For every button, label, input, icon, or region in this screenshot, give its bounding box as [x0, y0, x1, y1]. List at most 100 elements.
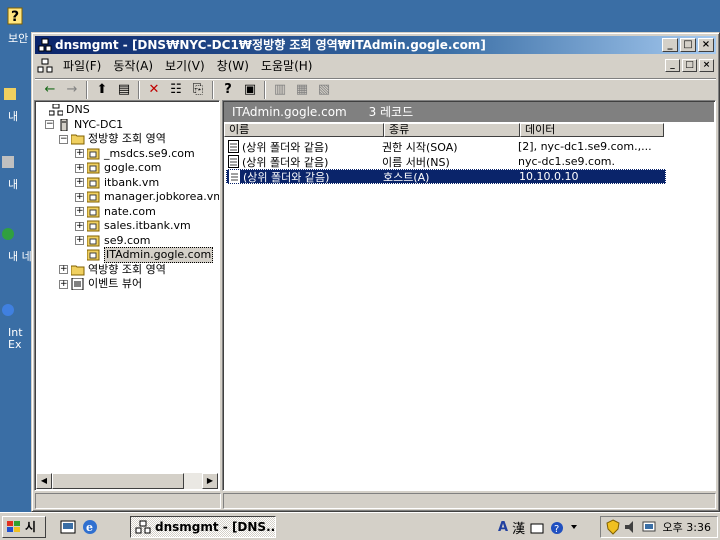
new-record-button[interactable]: ▧ — [313, 80, 335, 100]
svg-text:e: e — [86, 521, 93, 534]
server-icon — [57, 118, 74, 131]
zone-icon — [87, 191, 104, 203]
tree-node[interactable]: + _msdcs.se9.com — [75, 147, 195, 161]
help-button[interactable]: ? — [217, 80, 239, 100]
mdi-restore-button[interactable]: □ — [682, 59, 697, 72]
tree-node[interactable]: + 이벤트 뷰어 — [59, 277, 142, 291]
internet-explorer-icon[interactable]: e — [80, 517, 100, 537]
show-tree-button[interactable]: ▤ — [113, 80, 135, 100]
expand-icon[interactable]: + — [75, 192, 84, 202]
mdi-close-button[interactable]: × — [699, 59, 714, 72]
collapse-icon[interactable]: − — [59, 134, 68, 144]
export-list-button[interactable]: ⎘ — [187, 80, 209, 100]
task-label: dnsmgmt - [DNS... — [155, 520, 276, 534]
expand-icon[interactable]: + — [75, 236, 84, 245]
desktop-icon-label: 내 — [8, 179, 19, 191]
desktop-icon-my-computer[interactable]: 내 — [0, 150, 34, 191]
menu-file[interactable]: 파일(F) — [57, 57, 107, 75]
expand-icon[interactable]: + — [75, 149, 84, 158]
menu-action[interactable]: 동작(A) — [107, 57, 159, 75]
tree-node[interactable]: + 역방향 조회 영역 — [59, 263, 166, 277]
tree-node[interactable]: + manager.jobkorea.vm — [75, 190, 219, 204]
maximize-button[interactable]: □ — [680, 38, 696, 52]
delete-button[interactable]: ✕ — [143, 80, 165, 100]
tree-node[interactable]: − 정방향 조회 영역 — [59, 132, 166, 146]
record-data: 10.10.0.10 — [519, 170, 579, 183]
tree-node-label: 이벤트 뷰어 — [88, 277, 143, 290]
column-header-data[interactable]: 데이터 — [520, 123, 664, 137]
tree-node-label: itbank.vm — [104, 175, 160, 189]
desktop-icon-network[interactable]: 내 네 — [0, 222, 34, 263]
dns-app-icon — [135, 520, 151, 534]
column-headers: 이름 종류 데이터 — [224, 123, 714, 137]
window-title: dnsmgmt - [DNS₩NYC-DC1₩정방향 조회 영역₩ITAdmin… — [55, 38, 486, 52]
desktop-icon-internet-explorer[interactable]: Int Ex — [0, 298, 34, 351]
properties-button[interactable]: ☷ — [165, 80, 187, 100]
start-button[interactable]: 시작 — [2, 516, 46, 538]
record-row[interactable]: (상위 폴더와 같음) 이름 서버(NS) nyc-dc1.se9.com. — [226, 154, 706, 169]
tree-node[interactable]: + sales.itbank.vm — [75, 219, 191, 233]
tree-node-label: 역방향 조회 영역 — [88, 262, 166, 276]
desktop-icon-my-documents[interactable]: 내 — [0, 82, 34, 123]
tree-node[interactable]: ITAdmin.gogle.com — [75, 247, 214, 263]
taskbar-button-dnsmgmt[interactable]: dnsmgmt - [DNS... — [130, 516, 276, 538]
column-header-name[interactable]: 이름 — [224, 123, 384, 137]
scroll-right-button[interactable]: ▶ — [202, 473, 218, 489]
ime-pad-icon[interactable] — [529, 520, 545, 536]
title-bar[interactable]: dnsmgmt - [DNS₩NYC-DC1₩정방향 조회 영역₩ITAdmin… — [35, 36, 716, 54]
dnsmgmt-window: dnsmgmt - [DNS₩NYC-DC1₩정방향 조회 영역₩ITAdmin… — [31, 32, 720, 512]
network-tray-icon[interactable] — [641, 519, 657, 535]
expand-icon[interactable]: + — [75, 178, 84, 187]
ime-options-icon[interactable] — [569, 520, 579, 536]
volume-icon[interactable] — [623, 519, 639, 535]
tree-horizontal-scrollbar[interactable]: ◀ ▶ — [36, 473, 218, 489]
ime-hanja-button[interactable]: 漢 — [512, 518, 525, 537]
scroll-thumb[interactable] — [52, 473, 184, 489]
expand-icon[interactable]: + — [75, 221, 84, 231]
desktop-icon-security[interactable]: ? 보안 — [0, 4, 34, 45]
tree-node[interactable]: DNS — [37, 103, 90, 117]
tree-node[interactable]: + nate.com — [75, 205, 156, 219]
mdi-child-icon[interactable] — [37, 58, 53, 74]
expand-icon[interactable]: + — [75, 207, 84, 216]
start-label: 시작 — [25, 520, 37, 534]
zone-icon — [87, 148, 104, 160]
record-type: 이름 서버(NS) — [382, 155, 450, 169]
tree-node[interactable]: + gogle.com — [75, 161, 162, 175]
expand-icon[interactable]: + — [75, 163, 84, 173]
column-header-type[interactable]: 종류 — [384, 123, 520, 137]
taskbar: 시작 e dnsmgmt - [DNS... A 漢 ? 오후 3:36 — [0, 512, 720, 540]
help-icon[interactable]: ? — [549, 520, 565, 536]
scroll-left-button[interactable]: ◀ — [36, 473, 52, 489]
details-pane[interactable]: ITAdmin.gogle.com 3 레코드 이름 종류 데이터 (상위 폴더… — [222, 100, 716, 491]
collapse-icon[interactable]: − — [45, 120, 54, 129]
tree-node-label: NYC-DC1 — [74, 117, 124, 131]
tree-node[interactable]: + itbank.vm — [75, 176, 159, 190]
minimize-button[interactable]: _ — [662, 38, 678, 52]
clock[interactable]: 오후 3:36 — [663, 519, 711, 535]
new-record-button[interactable]: ▥ — [269, 80, 291, 100]
tree-node[interactable]: − NYC-DC1 — [45, 118, 123, 132]
toolbar: ← → ⬆ ▤ ✕ ☷ ⎘ ? ▣ ▥ ▦ ▧ — [35, 78, 716, 100]
menu-window[interactable]: 창(W) — [211, 57, 255, 75]
security-shield-icon[interactable] — [605, 519, 621, 535]
console-tree[interactable]: DNS − NYC-DC1− 정방향 조회 영역 + _msdcs.se9.com + gog… — [34, 100, 220, 491]
console-tree-button[interactable]: ▣ — [239, 80, 261, 100]
tree-node[interactable]: + se9.com — [75, 234, 151, 248]
expand-icon[interactable]: + — [59, 279, 68, 289]
close-button[interactable]: × — [698, 38, 714, 52]
menu-view[interactable]: 보기(V) — [159, 57, 211, 75]
mdi-minimize-button[interactable]: _ — [665, 59, 680, 72]
tree-node-label: DNS — [66, 103, 90, 116]
expand-icon[interactable]: + — [59, 265, 68, 274]
back-button[interactable]: ← — [39, 80, 61, 100]
up-button[interactable]: ⬆ — [91, 80, 113, 100]
record-type: 권한 시작(SOA) — [382, 140, 458, 154]
show-desktop-icon[interactable] — [58, 517, 78, 537]
menu-help[interactable]: 도움말(H) — [255, 57, 319, 75]
new-record-button[interactable]: ▦ — [291, 80, 313, 100]
forward-button[interactable]: → — [61, 80, 83, 100]
ime-mode-button[interactable]: A — [498, 520, 508, 535]
record-row[interactable]: (상위 폴더와 같음) 권한 시작(SOA) [2], nyc-dc1.se9.co… — [226, 139, 706, 154]
record-row[interactable]: (상위 폴더와 같음) 호스트(A) 10.10.0.10 — [226, 169, 666, 184]
